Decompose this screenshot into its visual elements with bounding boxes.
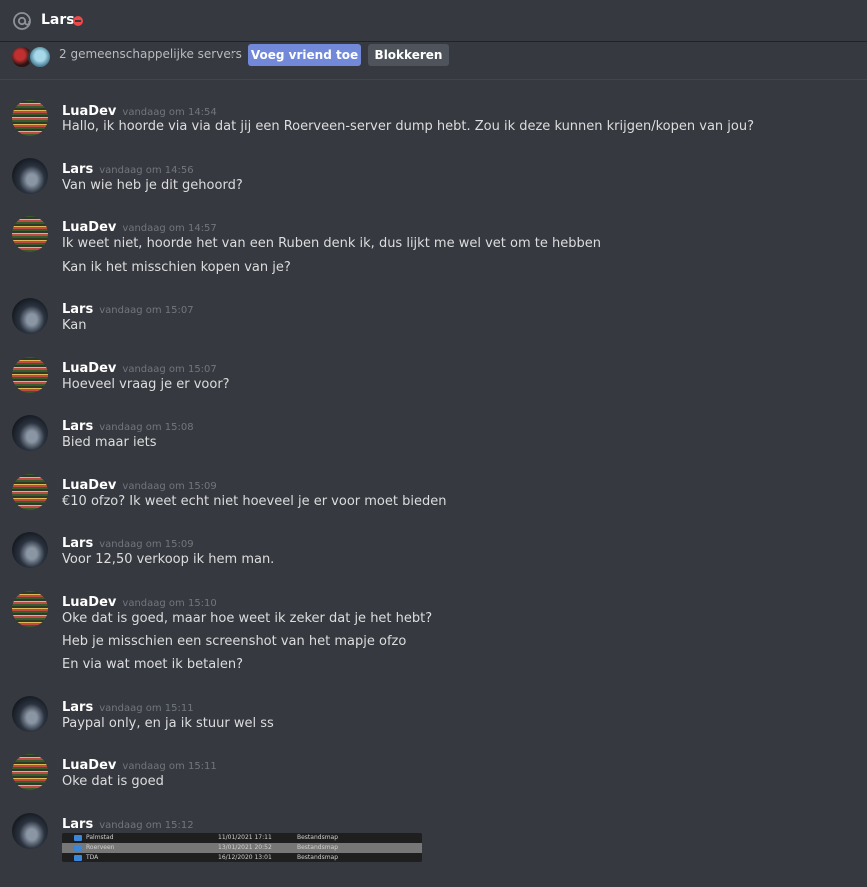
dnd-icon xyxy=(73,16,83,26)
folder-icon xyxy=(74,855,82,861)
dm-username[interactable]: Lars xyxy=(41,12,75,28)
message-author[interactable]: LuaDev xyxy=(62,478,116,493)
file-row: TDA 16/12/2020 13:01 Bestandsmap xyxy=(62,853,422,862)
message-timestamp: vandaag om 15:12 xyxy=(99,820,194,831)
message-text: Oke dat is goed xyxy=(62,774,164,789)
avatar[interactable] xyxy=(12,591,48,627)
mutual-server-avatar[interactable] xyxy=(28,45,52,69)
message-text: Van wie heb je dit gehoord? xyxy=(62,178,243,193)
avatar[interactable] xyxy=(12,158,48,194)
message-text: Kan xyxy=(62,318,87,333)
avatar[interactable] xyxy=(12,813,48,849)
file-type: Bestandsmap xyxy=(297,854,339,861)
message-timestamp: vandaag om 15:09 xyxy=(122,481,217,492)
avatar[interactable] xyxy=(12,474,48,510)
file-date: 11/01/2021 17:11 xyxy=(218,834,272,841)
avatar[interactable] xyxy=(12,357,48,393)
message-author[interactable]: Lars xyxy=(62,817,93,832)
message-text: En via wat moet ik betalen? xyxy=(62,657,243,672)
message-author[interactable]: Lars xyxy=(62,419,93,434)
message-author[interactable]: Lars xyxy=(62,700,93,715)
message-timestamp: vandaag om 15:09 xyxy=(99,539,194,550)
message-text: Voor 12,50 verkoop ik hem man. xyxy=(62,552,275,567)
message-text: Hallo, ik hoorde via via dat jij een Roe… xyxy=(62,119,754,134)
message-text: Kan ik het misschien kopen van je? xyxy=(62,260,291,275)
message-text: Bied maar iets xyxy=(62,435,157,450)
message-timestamp: vandaag om 15:11 xyxy=(122,761,217,772)
file-row-selected: Roerveen 13/01/2021 20:52 Bestandsmap xyxy=(62,843,422,853)
block-button[interactable]: Blokkeren xyxy=(368,44,449,66)
profile-actions-bar: 2 gemeenschappelijke servers Voeg vriend… xyxy=(0,43,867,80)
avatar[interactable] xyxy=(12,696,48,732)
avatar[interactable] xyxy=(12,532,48,568)
message-author[interactable]: Lars xyxy=(62,162,93,177)
file-name: Palmstad xyxy=(86,834,114,841)
message-timestamp: vandaag om 14:56 xyxy=(99,165,194,176)
message-text: Heb je misschien een screenshot van het … xyxy=(62,634,407,649)
message-timestamp: vandaag om 15:11 xyxy=(99,703,194,714)
avatar[interactable] xyxy=(12,216,48,252)
file-date: 13/01/2021 20:52 xyxy=(218,844,272,851)
channel-header: Lars xyxy=(0,0,867,42)
add-friend-button[interactable]: Voeg vriend toe xyxy=(248,44,361,66)
message-author[interactable]: LuaDev xyxy=(62,220,116,235)
screenshot-attachment[interactable]: Palmstad 11/01/2021 17:11 Bestandsmap Ro… xyxy=(62,833,422,862)
avatar[interactable] xyxy=(12,754,48,790)
file-type: Bestandsmap xyxy=(297,844,339,851)
avatar[interactable] xyxy=(12,100,48,136)
message-text: Ik weet niet, hoorde het van een Ruben d… xyxy=(62,236,601,251)
file-type: Bestandsmap xyxy=(297,834,339,841)
message-text: Hoeveel vraag je er voor? xyxy=(62,377,230,392)
message-author[interactable]: Lars xyxy=(62,536,93,551)
message-timestamp: vandaag om 14:54 xyxy=(122,107,217,118)
message-author[interactable]: LuaDev xyxy=(62,758,116,773)
file-row: Palmstad 11/01/2021 17:11 Bestandsmap xyxy=(62,833,422,843)
at-sign-icon xyxy=(13,12,31,30)
message-timestamp: vandaag om 15:10 xyxy=(122,598,217,609)
message-author[interactable]: LuaDev xyxy=(62,595,116,610)
message-author[interactable]: Lars xyxy=(62,302,93,317)
message-timestamp: vandaag om 15:07 xyxy=(122,364,217,375)
separator-dot xyxy=(230,53,234,57)
file-name: Roerveen xyxy=(86,844,115,851)
message-timestamp: vandaag om 15:08 xyxy=(99,422,194,433)
mutual-servers-link[interactable]: 2 gemeenschappelijke servers xyxy=(59,47,242,61)
avatar[interactable] xyxy=(12,298,48,334)
message-timestamp: vandaag om 15:07 xyxy=(99,305,194,316)
message-text: Paypal only, en ja ik stuur wel ss xyxy=(62,716,274,731)
message-author[interactable]: LuaDev xyxy=(62,361,116,376)
message-text: €10 ofzo? Ik weet echt niet hoeveel je e… xyxy=(62,494,447,509)
message-text: Oke dat is goed, maar hoe weet ik zeker … xyxy=(62,611,433,626)
avatar[interactable] xyxy=(12,415,48,451)
message-timestamp: vandaag om 14:57 xyxy=(122,223,217,234)
folder-icon xyxy=(74,845,82,851)
file-date: 16/12/2020 13:01 xyxy=(218,854,272,861)
message-author[interactable]: LuaDev xyxy=(62,104,116,119)
file-name: TDA xyxy=(86,854,99,861)
folder-icon xyxy=(74,835,82,841)
